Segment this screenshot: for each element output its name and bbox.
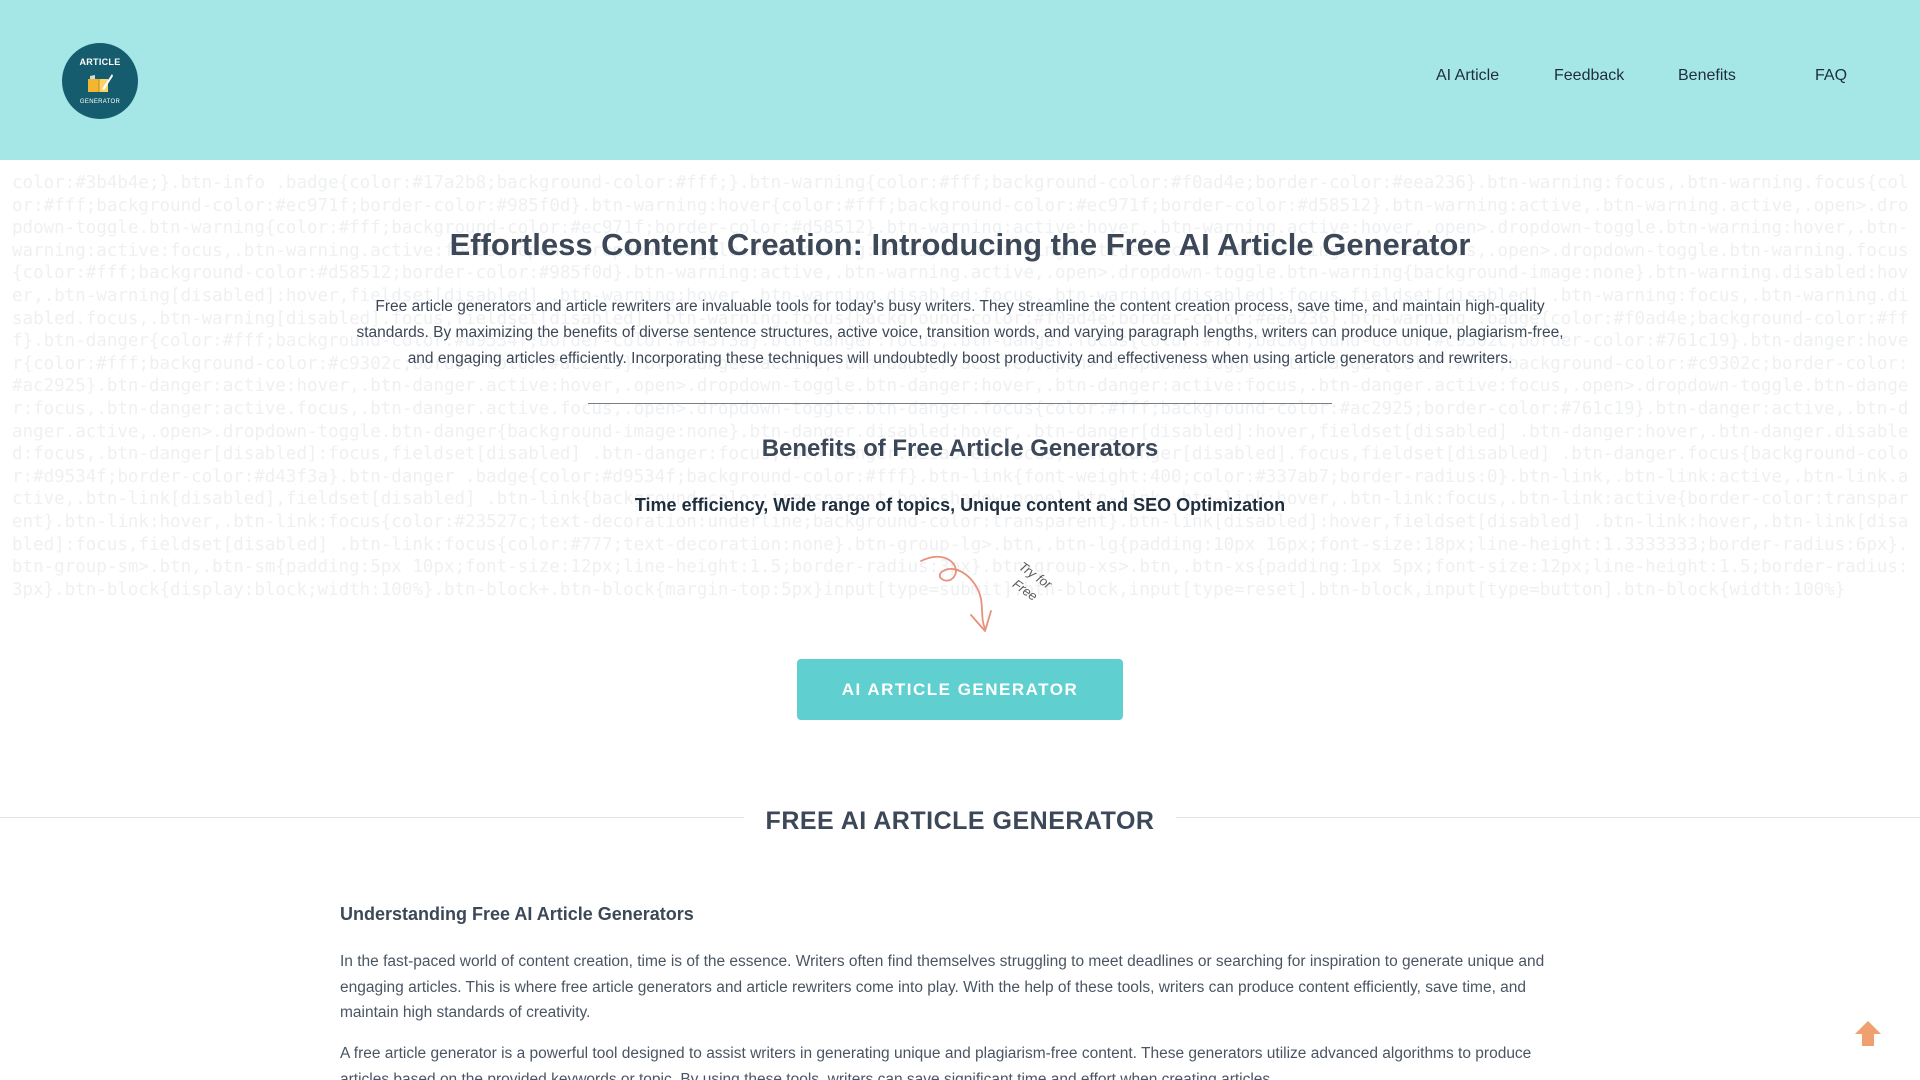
section-title: FREE AI ARTICLE GENERATOR [765, 807, 1155, 835]
site-logo[interactable]: ARTICLE GENERATOR [62, 43, 138, 119]
nav-faq[interactable]: FAQ [1815, 67, 1847, 85]
book-quill-icon [88, 74, 113, 92]
benefits-subtitle: Time efficiency, Wide range of topics, U… [634, 495, 1286, 515]
article-paragraph-2: A free article generator is a powerful t… [340, 1045, 1532, 1080]
logo-top-text: ARTICLE [79, 57, 121, 67]
site-header: ARTICLE GENERATOR AI Article Feedback Be… [0, 0, 1920, 160]
ai-article-generator-button[interactable]: AI ARTICLE GENERATOR [797, 659, 1123, 720]
hero-description: Free article generators and article rewr… [356, 298, 1564, 367]
hero-title: Effortless Content Creation: Introducing… [449, 227, 1471, 262]
arrow-up-icon[interactable] [1852, 1018, 1884, 1050]
logo-bottom-text: GENERATOR [79, 99, 121, 105]
nav-ai-article[interactable]: AI Article [1436, 67, 1499, 85]
nav-benefits[interactable]: Benefits [1678, 67, 1736, 85]
article-paragraph-1: In the fast-paced world of content creat… [340, 953, 1545, 1021]
hero-divider [588, 403, 1332, 404]
nav-feedback[interactable]: Feedback [1554, 67, 1624, 85]
article-heading: Understanding Free AI Article Generators [340, 904, 694, 924]
benefits-title: Benefits of Free Article Generators [761, 435, 1159, 462]
hero-section: color:#3b4b4e;}.btn-info .badge{color:#1… [0, 160, 1920, 780]
